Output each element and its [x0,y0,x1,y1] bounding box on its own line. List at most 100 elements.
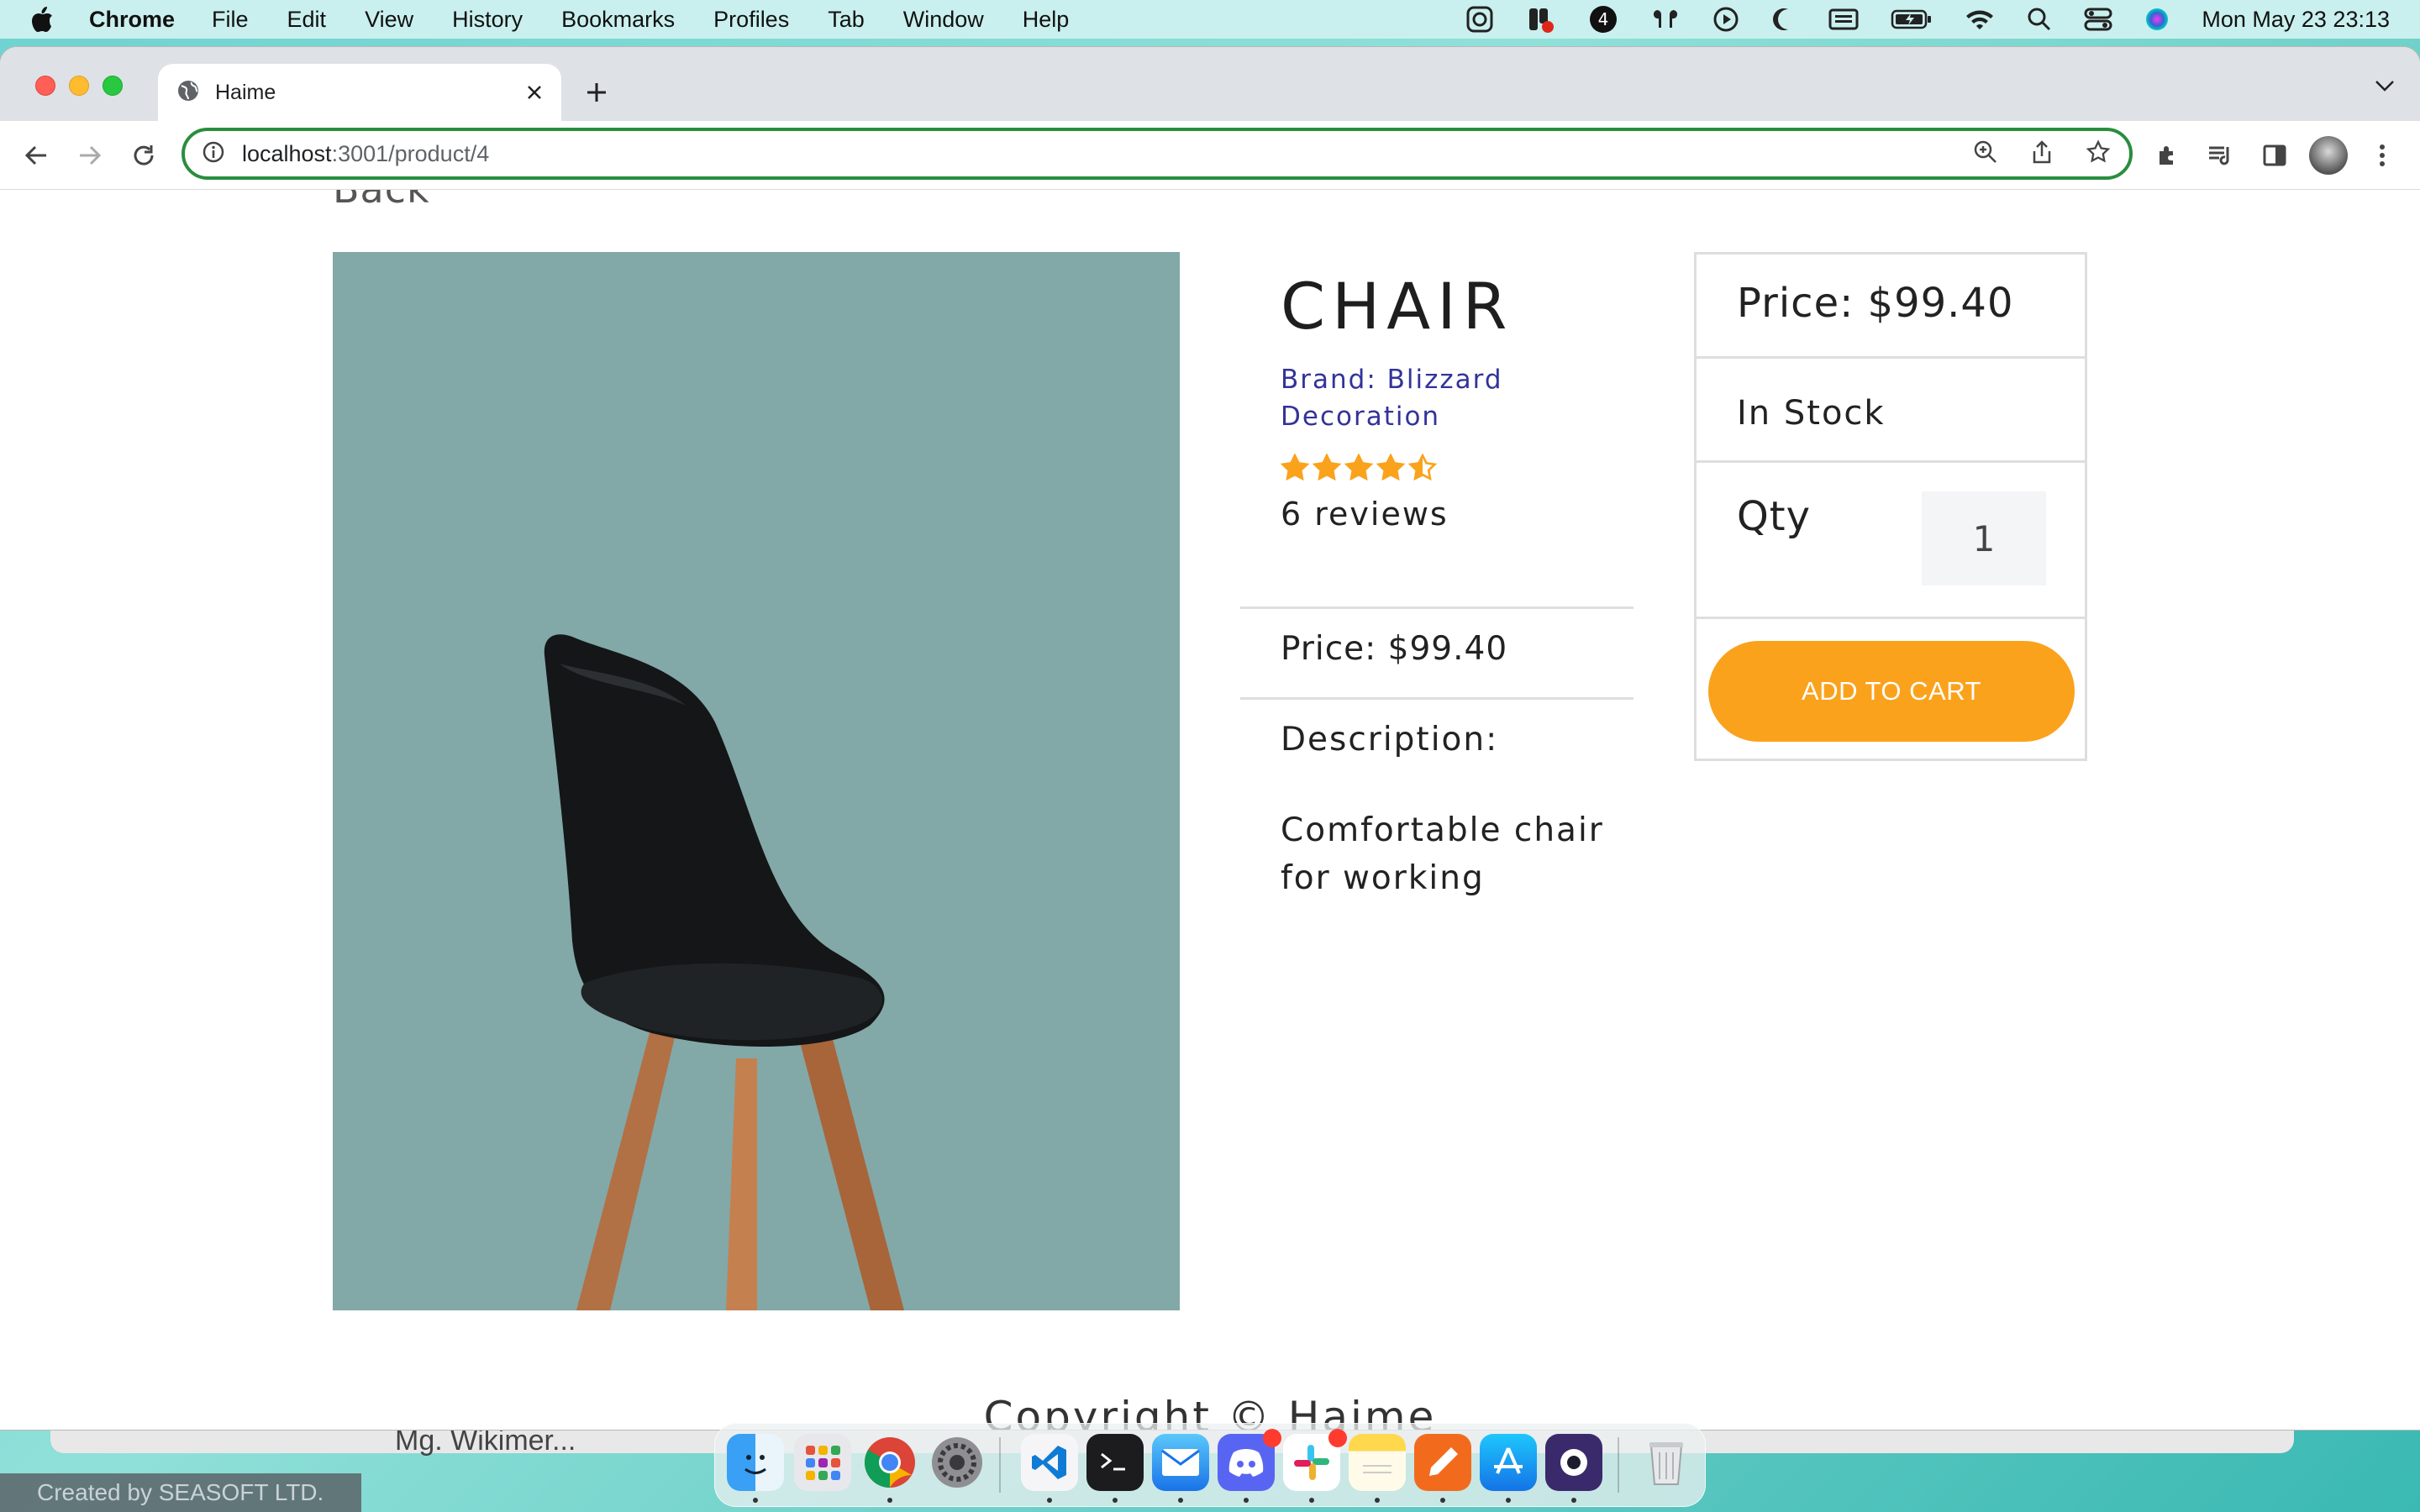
tab-title: Haime [215,80,276,104]
back-link[interactable]: Back [333,190,430,212]
product-page: Back CHAIR Brand: Blizzard Decoration 6 … [0,190,2420,1430]
star-full-icon [1376,454,1405,480]
apple-menu-icon[interactable] [30,6,64,33]
tab-bar: Haime [0,47,2420,121]
star-full-icon [1281,454,1309,480]
close-window-button[interactable] [35,76,55,96]
menu-window[interactable]: Window [903,7,984,33]
wifi-icon[interactable] [1965,8,1995,31]
divider [1240,697,1634,700]
launchpad-icon[interactable] [794,1434,851,1491]
vscode-icon[interactable] [1021,1434,1078,1491]
menu-history[interactable]: History [452,7,523,33]
finder-icon[interactable] [727,1434,784,1491]
control-center-icon[interactable] [2084,7,2112,32]
spotlight-icon[interactable] [2027,7,2052,32]
url-text[interactable]: localhost:3001/product/4 [242,141,1973,167]
back-icon[interactable] [18,138,54,173]
new-tab-button[interactable] [578,74,615,111]
chair-illustration [544,634,904,1310]
clock[interactable]: Mon May 23 23:13 [2202,7,2390,33]
airpods-icon[interactable] [1650,7,1681,32]
site-info-icon[interactable] [202,140,225,168]
notification-badge [1263,1429,1281,1447]
notification-app-icon[interactable] [1526,5,1556,34]
menu-file[interactable]: File [212,7,249,33]
menu-help[interactable]: Help [1023,7,1070,33]
siri-icon[interactable] [2144,7,2170,32]
qty-label: Qty [1737,493,1812,540]
forward-icon[interactable] [72,138,108,173]
cart-box: Price: $99.40 In Stock Qty 1 ADD TO CART [1694,252,2087,761]
product-image [333,252,1180,1310]
product-price: Price: $99.40 [1281,630,1508,668]
menu-tab[interactable]: Tab [828,7,865,33]
bookmark-star-icon[interactable] [2086,139,2111,169]
zoom-icon[interactable] [1973,139,1998,169]
running-indicator [1571,1498,1576,1503]
keyboard-icon[interactable] [1828,8,1859,31]
divider [1240,606,1634,609]
browser-window: Haime localhost:3001/product/4 CHAIR Bra… [0,47,2420,1430]
menu-bookmarks[interactable]: Bookmarks [561,7,675,33]
svg-text:4: 4 [1598,9,1609,29]
description-text: Comfortable chair for working [1281,811,1604,897]
notes-icon[interactable] [1349,1434,1406,1491]
media-control-icon[interactable] [2203,138,2238,173]
mail-icon[interactable] [1152,1434,1209,1491]
stock-status: In Stock [1737,394,1886,433]
menu-profiles[interactable]: Profiles [713,7,789,33]
side-panel-icon[interactable] [2257,138,2292,173]
running-indicator [1309,1498,1314,1503]
tab-search-chevron-icon[interactable] [2375,79,2395,97]
dock-separator [1618,1437,1619,1493]
address-bar[interactable]: localhost:3001/product/4 [182,128,2133,180]
screen-record-icon[interactable] [1465,5,1494,34]
tab-haime[interactable]: Haime [158,64,561,121]
running-indicator [1375,1498,1380,1503]
more-menu-icon[interactable] [2365,138,2400,173]
product-name: CHAIR [1281,269,1514,344]
running-indicator [1440,1498,1445,1503]
pencil-app-icon[interactable] [1414,1434,1471,1491]
chrome-icon[interactable] [861,1434,918,1491]
trash-icon[interactable] [1638,1434,1695,1491]
zoom-window-button[interactable] [103,76,123,96]
minimize-window-button[interactable] [69,76,89,96]
system-preferences-icon[interactable] [929,1434,986,1491]
review-count[interactable]: 6 reviews [1281,496,1449,533]
add-to-cart-button[interactable]: ADD TO CART [1708,641,2075,742]
product-brand: Brand: Blizzard Decoration [1281,365,1503,432]
share-icon[interactable] [2030,139,2054,169]
running-indicator [1506,1498,1511,1503]
status-area: 4 Mon May 23 23:13 [1465,0,2390,39]
battery-icon[interactable] [1891,8,1933,30]
running-indicator [887,1498,892,1503]
url-path: :3001/product/4 [331,140,490,166]
reload-icon[interactable] [126,138,161,173]
app-store-icon[interactable] [1480,1434,1537,1491]
globe-icon [176,79,200,107]
app-4-icon[interactable]: 4 [1588,4,1618,34]
browser-toolbar: localhost:3001/product/4 [0,121,2420,190]
extensions-icon[interactable] [2149,138,2185,173]
qty-select[interactable]: 1 [1922,491,2046,585]
url-host: localhost [242,140,332,166]
notification-badge [1328,1429,1347,1447]
running-indicator [1113,1498,1118,1503]
menu-view[interactable]: View [365,7,413,33]
running-indicator [1244,1498,1249,1503]
close-tab-icon[interactable] [516,74,553,111]
profile-avatar[interactable] [2309,136,2348,175]
menu-edit[interactable]: Edit [287,7,327,33]
screen-recorder-icon[interactable] [1545,1434,1602,1491]
description-label: Description: [1281,721,1499,759]
running-indicator [1178,1498,1183,1503]
rating-stars [1281,454,1437,480]
menu-app-name[interactable]: Chrome [89,7,175,33]
moon-icon[interactable] [1771,7,1797,32]
star-full-icon [1344,454,1373,480]
play-icon[interactable] [1712,6,1739,33]
menu-bar: Chrome File Edit View History Bookmarks … [0,0,2420,39]
terminal-icon[interactable] [1086,1434,1144,1491]
